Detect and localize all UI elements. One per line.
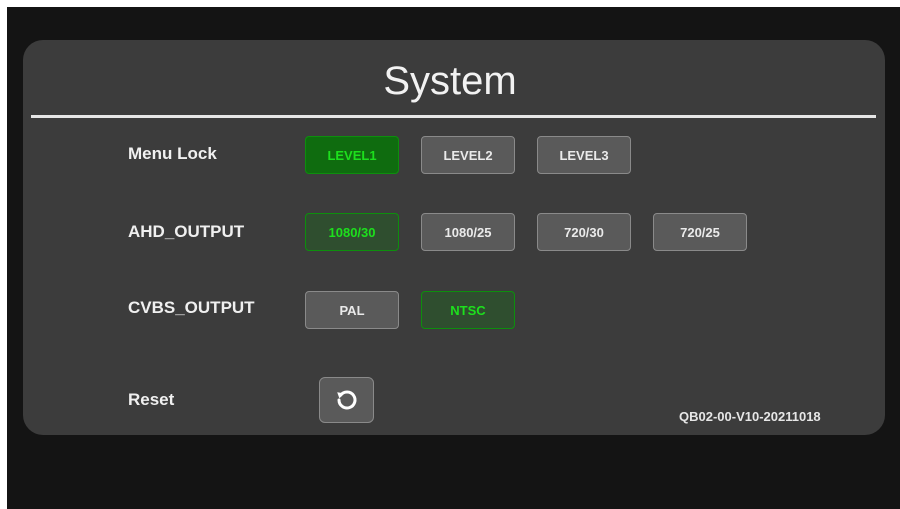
ahd-output-1080-30-button[interactable]: 1080/30 (305, 213, 399, 251)
page-title: System (383, 59, 517, 103)
reset-label: Reset (128, 390, 175, 409)
menu-lock-level3-button[interactable]: LEVEL3 (537, 136, 631, 174)
ahd-output-1080-25-button[interactable]: 1080/25 (421, 213, 515, 251)
ahd-output-720-30-button[interactable]: 720/30 (537, 213, 631, 251)
reset-button[interactable] (319, 377, 374, 423)
ahd-output-720-25-button[interactable]: 720/25 (653, 213, 747, 251)
ahd-output-label: AHD_OUTPUT (128, 222, 245, 241)
cvbs-output-pal-button[interactable]: PAL (305, 291, 399, 329)
refresh-icon (336, 390, 356, 410)
cvbs-output-ntsc-button[interactable]: NTSC (421, 291, 515, 329)
title-divider (31, 115, 876, 118)
menu-lock-level2-button[interactable]: LEVEL2 (421, 136, 515, 174)
menu-lock-label: Menu Lock (128, 144, 217, 163)
menu-lock-level1-button[interactable]: LEVEL1 (305, 136, 399, 174)
cvbs-output-label: CVBS_OUTPUT (128, 298, 255, 317)
version-text: QB02-00-V10-20211018 (679, 409, 821, 424)
